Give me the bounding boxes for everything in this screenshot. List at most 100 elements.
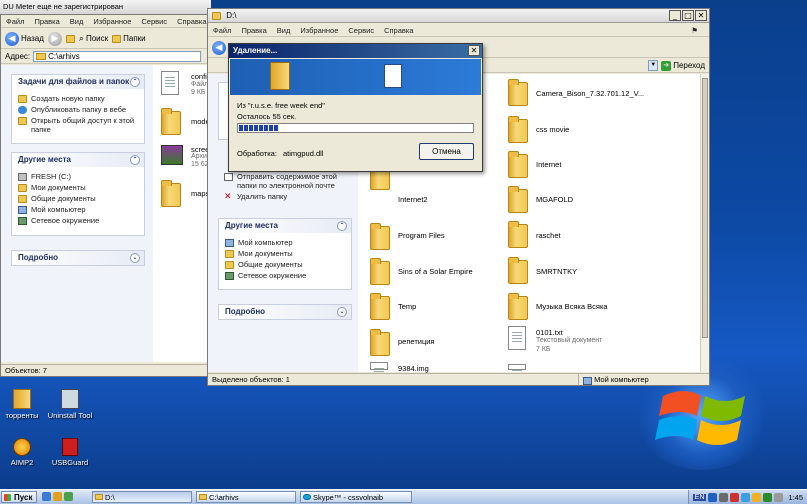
expand-icon[interactable]: ⌄ bbox=[130, 253, 140, 263]
folder-icon[interactable] bbox=[508, 257, 528, 284]
menu-view[interactable]: Вид bbox=[272, 26, 296, 35]
folder-icon[interactable] bbox=[508, 79, 528, 106]
menu-edit[interactable]: Правка bbox=[236, 26, 271, 35]
folder-name[interactable]: Internet2 bbox=[398, 195, 428, 204]
forward-button[interactable]: ▶ bbox=[47, 31, 62, 46]
collapse-icon[interactable]: ⌃ bbox=[130, 155, 140, 165]
task-d-drive[interactable]: D:\ bbox=[92, 491, 192, 503]
folder-icon[interactable] bbox=[370, 329, 390, 356]
search-button[interactable]: ⌕ Поиск bbox=[79, 33, 108, 44]
clock[interactable]: 1:45 bbox=[788, 493, 803, 502]
desktop-icon-usbguard[interactable]: USBGuard bbox=[40, 438, 100, 467]
menu-view[interactable]: Вид bbox=[65, 17, 89, 26]
menu-tools[interactable]: Сервис bbox=[136, 17, 172, 26]
file-icon[interactable] bbox=[508, 364, 526, 382]
task-share-folder[interactable]: Открыть общий доступ к этой папке bbox=[18, 116, 138, 134]
close-button[interactable]: ✕ bbox=[695, 10, 707, 21]
folder-icon[interactable] bbox=[370, 293, 390, 320]
details-header[interactable]: Подробно ⌄ bbox=[219, 305, 351, 319]
place-my-documents[interactable]: Мои документы bbox=[225, 249, 345, 258]
task-email-folder[interactable]: Отправить содержимое этой папки по элект… bbox=[218, 172, 352, 190]
go-button[interactable]: ➔ Переход bbox=[661, 60, 705, 71]
place-shared-documents[interactable]: Общие документы bbox=[225, 260, 345, 269]
menu-favorites[interactable]: Избранное bbox=[88, 17, 136, 26]
place-shared-documents[interactable]: Общие документы bbox=[18, 194, 138, 203]
tasks-panel-header[interactable]: Задачи для файлов и папок ⌃ bbox=[12, 75, 144, 89]
folder-name[interactable]: MGAFOLD bbox=[536, 195, 573, 204]
tray-app-icon[interactable] bbox=[752, 492, 762, 502]
details-header[interactable]: Подробно ⌄ bbox=[12, 251, 144, 265]
folder-name[interactable]: Internet bbox=[536, 160, 561, 169]
folder-icon[interactable] bbox=[508, 116, 528, 143]
folder-icon[interactable] bbox=[161, 180, 181, 207]
scrollbar-thumb[interactable] bbox=[702, 78, 708, 338]
task-skype[interactable]: Skype™ - cssvolnaib bbox=[300, 491, 412, 503]
task-delete-folder[interactable]: ✕ Удалить папку bbox=[218, 192, 352, 202]
menu-help[interactable]: Справка bbox=[379, 26, 418, 35]
collapse-icon[interactable]: ⌃ bbox=[337, 221, 347, 231]
place-network[interactable]: Сетевое окружение bbox=[18, 216, 138, 225]
minimize-button[interactable]: _ bbox=[669, 10, 681, 21]
other-places-header[interactable]: Другие места ⌃ bbox=[219, 219, 351, 233]
folder-name[interactable]: репетиция bbox=[398, 337, 435, 346]
language-indicator[interactable]: EN bbox=[692, 493, 707, 501]
task-arhivs[interactable]: C:\arhivs bbox=[196, 491, 296, 503]
folder-name[interactable]: Музыка Всяка Всяка bbox=[536, 302, 608, 311]
back-arrow-icon[interactable]: ◀ bbox=[212, 40, 226, 55]
collapse-icon[interactable]: ⌃ bbox=[130, 77, 140, 87]
back-button[interactable]: ◀ Назад bbox=[5, 31, 44, 46]
up-folder-button[interactable] bbox=[65, 34, 75, 43]
desktop-icon-uninstall-tool[interactable]: Uninstall Tool bbox=[40, 389, 100, 420]
folder-name[interactable]: Temp bbox=[398, 302, 416, 311]
task-new-folder[interactable]: Создать новую папку bbox=[18, 94, 138, 103]
folder-icon[interactable] bbox=[508, 221, 528, 248]
titlebar[interactable]: D:\ _ □ ✕ bbox=[208, 9, 709, 23]
file-name[interactable]: 0101.txt bbox=[536, 328, 563, 337]
folder-name[interactable]: Camera_Bison_7.32.701.12_V... bbox=[536, 89, 644, 98]
config-file-icon[interactable] bbox=[161, 71, 179, 95]
explorer-window-arhivs[interactable]: Файл Правка Вид Избранное Сервис Справка… bbox=[0, 14, 212, 377]
vertical-scrollbar[interactable] bbox=[700, 74, 709, 372]
address-input[interactable]: C:\arhivs bbox=[33, 51, 202, 62]
tray-app-icon[interactable] bbox=[719, 492, 729, 502]
maximize-button[interactable]: □ bbox=[682, 10, 694, 21]
menu-tools[interactable]: Сервис bbox=[343, 26, 379, 35]
dialog-titlebar[interactable]: Удаление... ✕ bbox=[229, 44, 482, 58]
show-desktop-icon[interactable] bbox=[42, 492, 51, 501]
task-publish-web[interactable]: Опубликовать папку в вебе bbox=[18, 105, 138, 114]
delete-progress-dialog[interactable]: Удаление... ✕ Из "r.u.s.e. free week end… bbox=[228, 43, 483, 172]
browser-icon[interactable] bbox=[53, 492, 62, 501]
folder-icon[interactable] bbox=[370, 223, 390, 250]
folders-button[interactable]: Папки bbox=[112, 34, 146, 43]
place-network[interactable]: Сетевое окружение bbox=[225, 271, 345, 280]
tray-app-icon[interactable] bbox=[730, 492, 740, 502]
volume-icon[interactable] bbox=[774, 492, 784, 502]
menu-edit[interactable]: Правка bbox=[29, 17, 64, 26]
expand-icon[interactable]: ⌄ bbox=[337, 307, 347, 317]
img-file-icon[interactable] bbox=[370, 362, 388, 380]
address-dropdown-icon[interactable]: ▼ bbox=[648, 60, 659, 71]
menu-file[interactable]: Файл bbox=[1, 17, 29, 26]
folder-icon[interactable] bbox=[508, 186, 528, 213]
folder-name[interactable]: css movie bbox=[536, 125, 569, 134]
place-drive-c[interactable]: FRESH (C:) bbox=[18, 172, 138, 181]
cancel-button[interactable]: Отмена bbox=[419, 143, 474, 160]
folder-name[interactable]: Program Files bbox=[398, 231, 445, 240]
tray-app-icon[interactable] bbox=[741, 492, 751, 502]
winrar-archive-icon[interactable] bbox=[161, 145, 183, 165]
menu-help[interactable]: Справка bbox=[172, 17, 211, 26]
tray-app-icon[interactable] bbox=[763, 492, 773, 502]
folder-icon[interactable] bbox=[370, 258, 390, 285]
place-my-computer[interactable]: Мой компьютер bbox=[225, 238, 345, 247]
other-places-header[interactable]: Другие места ⌃ bbox=[12, 153, 144, 167]
media-icon[interactable] bbox=[64, 492, 73, 501]
dialog-close-button[interactable]: ✕ bbox=[468, 45, 480, 56]
folder-name[interactable]: raschet bbox=[536, 231, 561, 240]
tray-app-icon[interactable] bbox=[708, 492, 718, 502]
menu-file[interactable]: Файл bbox=[208, 26, 236, 35]
txt-file-icon[interactable] bbox=[508, 326, 526, 350]
folder-icon[interactable] bbox=[161, 108, 181, 135]
menu-favorites[interactable]: Избранное bbox=[295, 26, 343, 35]
place-my-documents[interactable]: Мои документы bbox=[18, 183, 138, 192]
folder-icon[interactable] bbox=[508, 151, 528, 178]
